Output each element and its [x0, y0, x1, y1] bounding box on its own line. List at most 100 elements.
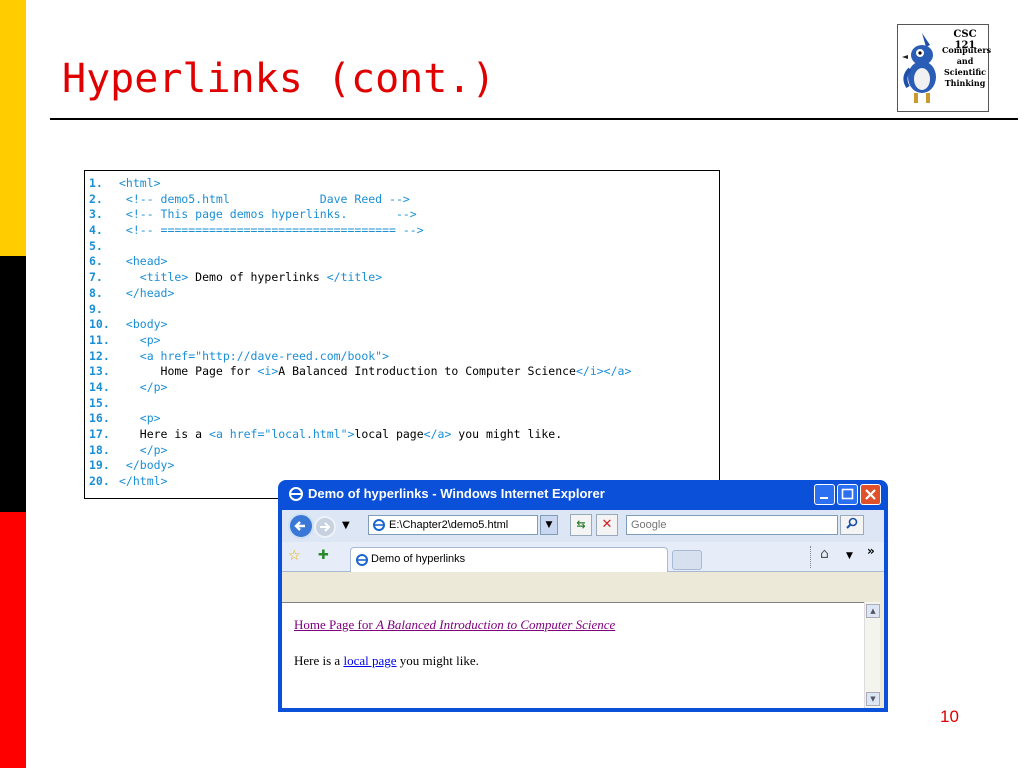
code-tag: <body> — [119, 317, 168, 332]
code-tag: </title> — [326, 270, 383, 285]
code-line: 15. — [89, 396, 719, 412]
code-line: 5. — [89, 239, 719, 255]
home-dropdown-icon[interactable]: ▼ — [846, 551, 853, 561]
more-tools-chevron[interactable]: » — [867, 544, 875, 558]
minimize-button[interactable] — [814, 484, 835, 505]
code-line: 10. <body> — [89, 317, 719, 333]
line-number: 6. — [89, 254, 103, 269]
code-tag: <p> — [119, 411, 161, 426]
code-tag: <head> — [119, 254, 168, 269]
code-tag: </p> — [119, 379, 168, 394]
code-line: 13. Home Page for <i>A Balanced Introduc… — [89, 364, 719, 380]
line-number: 5. — [89, 238, 103, 253]
logo-course-name: Computers and Scientific Thinking — [942, 45, 992, 88]
line-number: 15. — [89, 395, 110, 410]
address-dropdown-button[interactable]: ▼ — [540, 515, 558, 535]
forward-button[interactable] — [314, 516, 336, 538]
history-dropdown-icon[interactable]: ▼ — [342, 520, 350, 531]
toolbar-separator — [810, 546, 812, 568]
code-tag: </a> — [423, 427, 452, 441]
favorites-star-icon[interactable]: ☆ — [288, 548, 301, 564]
line-number: 8. — [89, 285, 103, 300]
page-ie-icon — [356, 554, 368, 566]
navigation-bar: ▼ E:\Chapter2\demo5.html ▼ ⇆ ✕ — [282, 510, 884, 542]
code-line: 17. Here is a <a href="local.html">local… — [89, 427, 719, 443]
slide-number: 10 — [940, 707, 959, 726]
code-text: Here is a — [119, 427, 210, 441]
maximize-icon — [841, 488, 854, 500]
stop-icon: ✕ — [601, 517, 613, 532]
line-number: 3. — [89, 207, 103, 222]
code-tag: </body> — [119, 458, 175, 473]
address-bar[interactable]: E:\Chapter2\demo5.html — [368, 515, 538, 535]
code-tag: </p> — [119, 442, 168, 457]
refresh-button[interactable]: ⇆ — [570, 514, 592, 536]
scroll-down-button[interactable]: ▼ — [866, 692, 880, 706]
code-line: 16. <p> — [89, 411, 719, 427]
code-text: Demo of hyperlinks — [188, 270, 327, 285]
code-tag: <a href="local.html"> — [209, 427, 355, 441]
search-button[interactable] — [840, 515, 864, 535]
paragraph-text: you might like. — [396, 653, 479, 668]
code-line: 6. <head> — [89, 254, 719, 270]
code-line: 3. <!-- This page demos hyperlinks. --> — [89, 207, 719, 223]
paragraph-text: Here is a — [294, 653, 344, 668]
code-listing: 1. <html> 2. <!-- demo5.html Dave Reed -->… — [84, 170, 720, 499]
minimize-icon — [820, 497, 828, 499]
tab-demo-of-hyperlinks[interactable]: Demo of hyperlinks — [350, 547, 668, 572]
add-favorites-icon[interactable]: ✚ — [318, 548, 329, 563]
back-button[interactable] — [288, 513, 314, 539]
close-icon — [865, 489, 876, 500]
line-number: 4. — [89, 223, 103, 238]
scroll-up-button[interactable]: ▲ — [866, 604, 880, 618]
chevron-down-icon: ▼ — [870, 695, 876, 703]
maximize-button[interactable] — [837, 484, 858, 505]
title-divider — [50, 118, 1018, 120]
code-line: 14. </p> — [89, 380, 719, 396]
code-text: A Balanced Introduction to Computer Scie… — [278, 364, 576, 379]
paragraph-1: Home Page for A Balanced Introduction to… — [294, 617, 615, 633]
tab-label: Demo of hyperlinks — [371, 553, 466, 565]
code-line: 2. <!-- demo5.html Dave Reed --> — [89, 192, 719, 208]
local-page-link[interactable]: local page — [343, 653, 396, 668]
search-input[interactable] — [626, 515, 838, 535]
stop-button[interactable]: ✕ — [596, 514, 618, 536]
code-comment: <!-- demo5.html Dave Reed --> — [119, 191, 410, 206]
line-number: 20. — [89, 474, 110, 489]
code-line: 4. <!-- ================================… — [89, 223, 719, 239]
chevron-up-icon: ▲ — [870, 607, 876, 615]
accent-bar-yellow — [0, 0, 26, 256]
home-page-link[interactable]: Home Page for A Balanced Introduction to… — [294, 617, 615, 632]
search-icon — [846, 517, 858, 529]
code-line: 1. <html> — [89, 176, 719, 192]
code-comment: <!-- This page demos hyperlinks. --> — [119, 207, 417, 222]
code-line: 18. </p> — [89, 443, 719, 459]
book-title: A Balanced Introduction to Computer Scie… — [375, 617, 616, 632]
slide-title: Hyperlinks (cont.) — [62, 56, 496, 102]
code-line: 8. </head> — [89, 286, 719, 302]
line-number: 7. — [89, 270, 103, 285]
code-line: 11. <p> — [89, 333, 719, 349]
line-number: 16. — [89, 411, 110, 426]
home-icon[interactable]: ⌂ — [820, 546, 829, 562]
code-line: 19. </body> — [89, 458, 719, 474]
paragraph-2: Here is a local page you might like. — [294, 653, 479, 669]
close-button[interactable] — [860, 484, 881, 505]
code-line: 9. — [89, 302, 719, 318]
code-tag: <html> — [119, 176, 161, 190]
line-number: 18. — [89, 442, 110, 457]
code-tag: </html> — [119, 474, 168, 489]
ie-title-bar[interactable]: Demo of hyperlinks - Windows Internet Ex… — [282, 480, 884, 510]
code-tag: </head> — [119, 285, 175, 300]
new-tab-button[interactable] — [672, 550, 702, 570]
line-number: 1. — [89, 176, 103, 190]
window-title: Demo of hyperlinks - Windows Internet Ex… — [308, 486, 605, 501]
code-tag: <i> — [257, 364, 279, 379]
accent-bar-black — [0, 256, 26, 512]
code-tag: <a href="http://dave-reed.com/book"> — [119, 348, 390, 363]
code-tag: <p> — [119, 332, 161, 347]
link-text: Home Page for — [294, 617, 376, 632]
vertical-scrollbar[interactable]: ▲ ▼ — [864, 602, 880, 708]
accent-bar-red — [0, 512, 26, 768]
